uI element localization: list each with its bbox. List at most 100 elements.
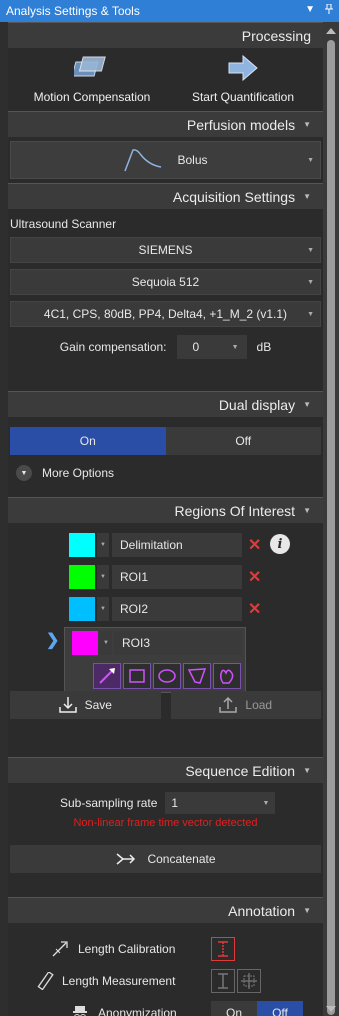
motion-compensation-button[interactable]: Motion Compensation [22, 54, 162, 111]
roi-color-swatch[interactable] [72, 631, 98, 655]
pin-icon[interactable] [325, 3, 333, 17]
length-measurement-row: Length Measurement [8, 965, 323, 997]
chevron-down-icon: ▼ [303, 766, 311, 775]
roi-row-roi3: ❯ ▼ ROI3 [8, 627, 323, 693]
chevron-down-icon[interactable]: ▼ [100, 631, 112, 655]
load-roi-button[interactable]: Load [170, 691, 321, 719]
chevron-down-icon: ▼ [303, 120, 311, 129]
manufacturer-select[interactable]: SIEMENS ▼ [10, 237, 321, 263]
roi-row-roi1: ▼ ROI1 ✕ [8, 563, 323, 591]
section-header-acquisition[interactable]: Acquisition Settings ▼ [8, 183, 323, 209]
dropdown-icon[interactable]: ▼ [305, 4, 315, 17]
anonymization-off-button[interactable]: Off [257, 1001, 303, 1016]
panel-content: Processing Motion Compensation Start Qua… [8, 22, 323, 1016]
ruler-icon [36, 971, 56, 991]
calibration-tool-icon[interactable] [211, 937, 235, 961]
gain-select[interactable]: 0 ▼ [176, 335, 247, 359]
anonymization-on-button[interactable]: On [211, 1001, 257, 1016]
vertical-measure-tool-icon[interactable] [211, 969, 235, 993]
acquisition-section: Ultrasound Scanner SIEMENS ▼ Sequoia 512… [8, 209, 323, 391]
scanner-label: Ultrasound Scanner [10, 217, 117, 231]
concatenate-button[interactable]: Concatenate [10, 845, 321, 873]
delete-roi-icon[interactable]: ✕ [248, 599, 261, 619]
sub-sampling-value: 1 [171, 796, 179, 810]
anonymization-icon [70, 1003, 90, 1016]
annotation-section: Length Calibration Length Measurement An… [8, 923, 323, 1016]
sub-sampling-select[interactable]: 1 ▼ [165, 792, 276, 814]
roi-save-load: Save Load [10, 691, 321, 719]
panel-title: Analysis Settings & Tools [6, 4, 140, 18]
line-tool-icon[interactable] [93, 663, 121, 689]
section-title: Perfusion models [186, 116, 296, 133]
vertical-scrollbar[interactable] [323, 22, 339, 1016]
roi-name-field[interactable]: ROI1 [112, 565, 242, 589]
scanner-model-select[interactable]: Sequoia 512 ▼ [10, 269, 321, 295]
anonymization-row: Anonymization On Off [8, 997, 323, 1016]
roi-name-field[interactable]: Delimitation [112, 533, 242, 557]
gain-row: Gain compensation: 0 ▼ dB [8, 333, 323, 361]
delete-roi-icon[interactable]: ✕ [248, 567, 261, 587]
chevron-down-icon[interactable]: ▼ [97, 533, 109, 557]
section-header-sequence[interactable]: Sequence Edition ▼ [8, 757, 323, 783]
preset-select[interactable]: 4C1, CPS, 80dB, PP4, Delta4, +1_M_2 (v1.… [10, 301, 321, 327]
arrow-right-icon [228, 54, 258, 82]
frame-time-warning: Non-linear frame time vector detected [73, 817, 258, 829]
perfusion-model-select[interactable]: Bolus ▼ [10, 141, 321, 179]
rectangle-tool-icon[interactable] [123, 663, 151, 689]
scrollbar-thumb[interactable] [327, 40, 335, 1015]
save-roi-button[interactable]: Save [10, 691, 161, 719]
section-title: Regions Of Interest [174, 502, 296, 519]
chevron-down-icon: ▼ [307, 156, 314, 164]
section-header-processing[interactable]: Processing [8, 22, 323, 48]
section-title: Processing [241, 27, 311, 44]
section-title: Acquisition Settings [172, 188, 296, 205]
section-header-perfusion[interactable]: Perfusion models ▼ [8, 111, 323, 137]
scroll-up-icon[interactable] [326, 28, 336, 34]
gain-unit: dB [256, 340, 272, 354]
roi-section: ▼ Delimitation ✕ i ▼ ROI1 ✕ ▼ ROI2 ✕ ❯ ▼… [8, 523, 323, 757]
roi-name-field[interactable]: ROI2 [112, 597, 242, 621]
roi-name-field[interactable]: ROI3 [114, 631, 242, 655]
section-header-annotation[interactable]: Annotation ▼ [8, 897, 323, 923]
save-label: Save [84, 698, 112, 712]
chevron-down-icon: ▼ [307, 278, 314, 286]
start-quantification-label: Start Quantification [191, 90, 295, 104]
polygon-tool-icon[interactable] [183, 663, 211, 689]
panel-titlebar: Analysis Settings & Tools ▼ [0, 0, 339, 22]
manufacturer-value: SIEMENS [138, 243, 193, 257]
section-title: Annotation [228, 902, 296, 919]
chevron-down-icon: ▼ [303, 192, 311, 201]
analysis-settings-panel: Analysis Settings & Tools ▼ Processing M… [0, 0, 339, 1016]
chevron-down-icon: ▼ [303, 400, 311, 409]
more-options-toggle[interactable]: ▼ More Options [10, 465, 321, 481]
perfusion-section: Bolus ▼ [8, 137, 323, 183]
dual-display-on-button[interactable]: On [10, 427, 166, 455]
freehand-tool-icon[interactable] [213, 663, 241, 689]
section-header-roi[interactable]: Regions Of Interest ▼ [8, 497, 323, 523]
info-icon[interactable]: i [270, 534, 290, 554]
ellipse-tool-icon[interactable] [153, 663, 181, 689]
start-quantification-button[interactable]: Start Quantification [173, 54, 313, 111]
anonymization-label: Anonymization [98, 1006, 177, 1016]
roi-color-swatch[interactable] [69, 533, 95, 557]
more-options-label: More Options [42, 466, 115, 480]
chevron-down-icon: ▼ [303, 906, 311, 915]
length-measurement-label: Length Measurement [62, 974, 176, 988]
roi-color-swatch[interactable] [69, 597, 95, 621]
motion-compensation-label: Motion Compensation [33, 90, 151, 104]
chevron-down-icon[interactable]: ▼ [97, 565, 109, 589]
chevron-down-icon: ▼ [307, 246, 314, 254]
scroll-down-icon[interactable] [326, 1006, 336, 1012]
length-calibration-label: Length Calibration [78, 942, 176, 956]
section-header-dual-display[interactable]: Dual display ▼ [8, 391, 323, 417]
chevron-down-icon[interactable]: ▼ [97, 597, 109, 621]
roi-drawing-tools [93, 663, 241, 689]
delete-roi-icon[interactable]: ✕ [248, 535, 261, 555]
preset-value: 4C1, CPS, 80dB, PP4, Delta4, +1_M_2 (v1.… [43, 307, 288, 321]
dual-display-off-button[interactable]: Off [165, 427, 321, 455]
cross-measure-tool-icon[interactable] [237, 969, 261, 993]
anonymization-toggle: On Off [211, 1001, 303, 1016]
gain-label: Gain compensation: [59, 340, 167, 354]
dual-display-section: On Off ▼ More Options [8, 417, 323, 497]
roi-color-swatch[interactable] [69, 565, 95, 589]
